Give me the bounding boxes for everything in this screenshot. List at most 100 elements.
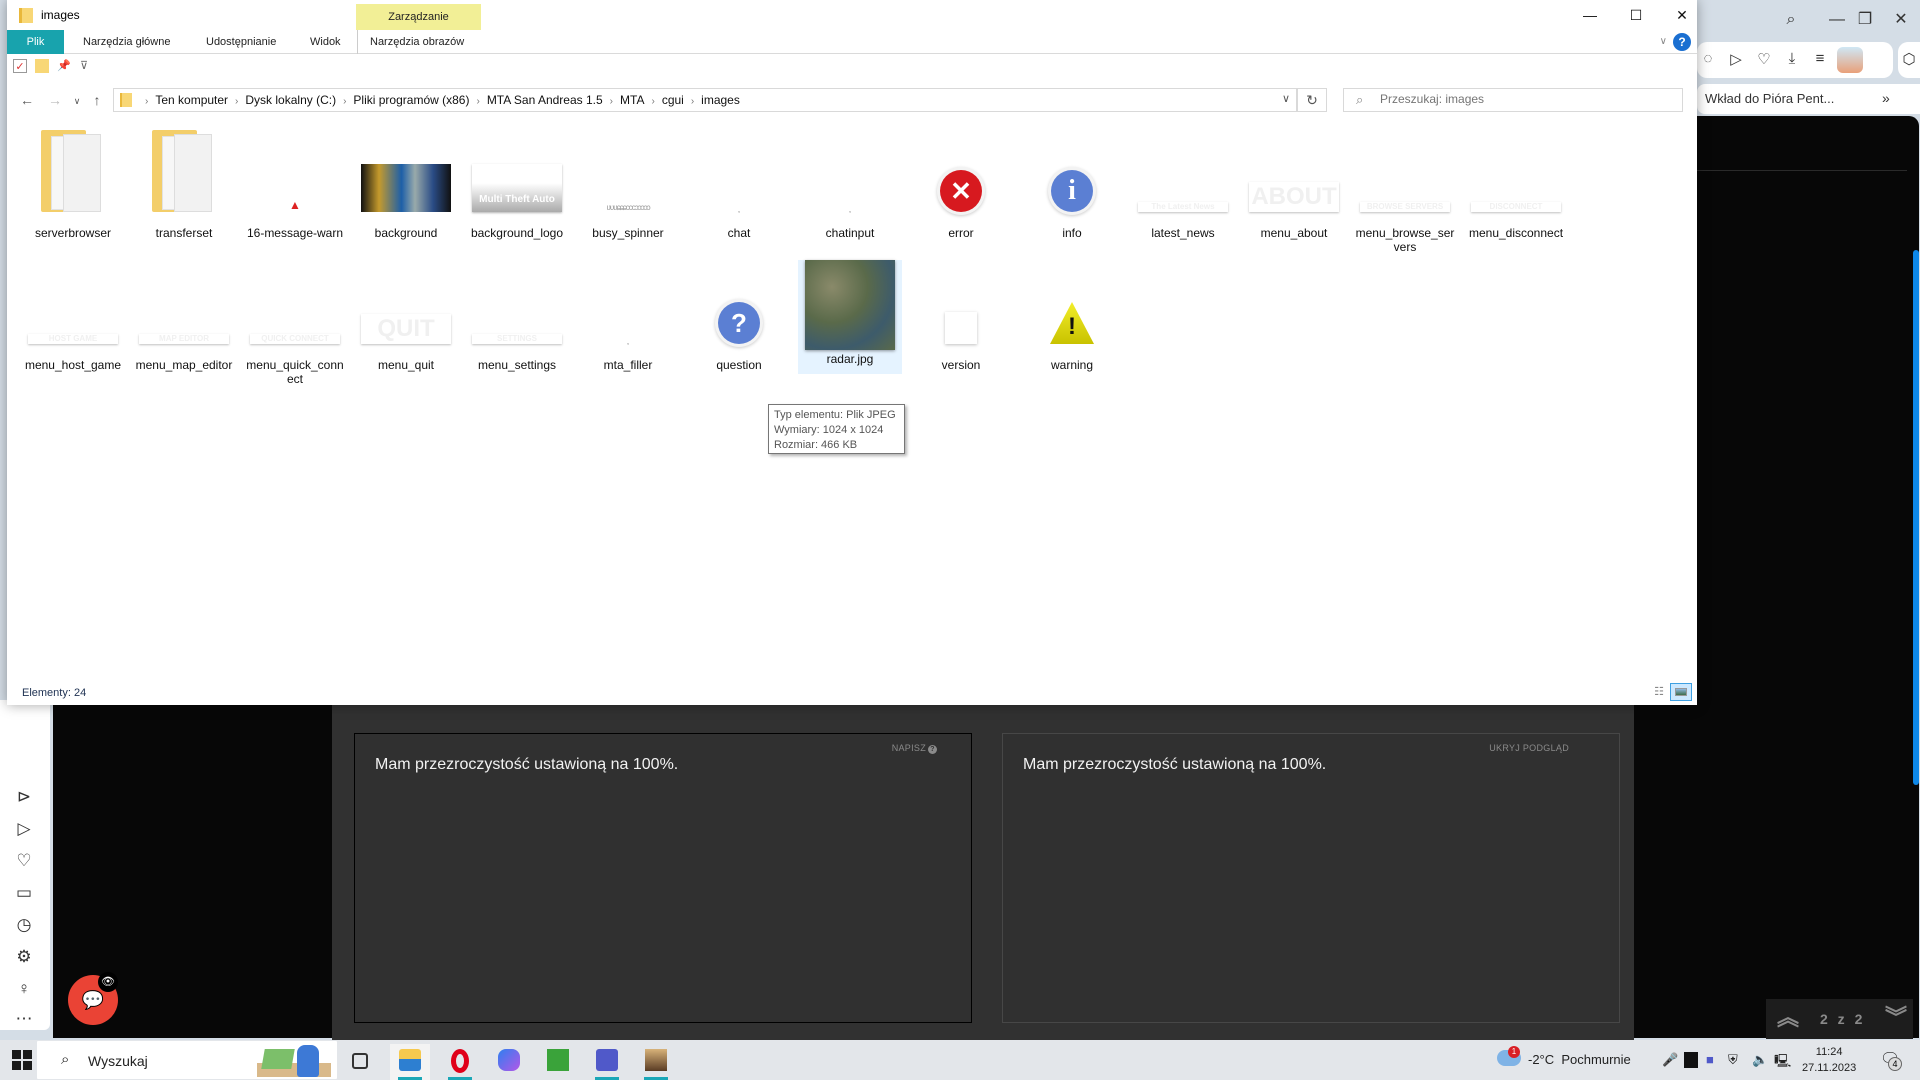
security-icon[interactable]: ⛨ [1728, 1052, 1738, 1068]
breadcrumb-item[interactable]: MTA [620, 93, 644, 107]
file-item[interactable]: ! warning [1020, 260, 1124, 388]
file-item[interactable]: MAP EDITOR menu_map_editor [132, 260, 236, 388]
address-dropdown-icon[interactable]: ∨ [1282, 92, 1290, 105]
file-item[interactable]: version [909, 260, 1013, 388]
cast-icon[interactable]: ▭ [13, 882, 35, 904]
heart-icon[interactable]: ♡ [13, 850, 35, 872]
new-folder-icon[interactable] [35, 59, 49, 73]
box-icon[interactable]: ⬡ [1898, 50, 1920, 68]
file-item[interactable]: Multi Theft Auto background_logo [465, 128, 569, 256]
bookmarks-more-button[interactable]: » [1882, 90, 1890, 106]
player-icon[interactable]: ⊳ [13, 786, 35, 808]
file-item[interactable]: ʋʋʋɕɕɕϲϲϲɔɔɔɔɔ busy_spinner [576, 128, 680, 256]
extension-avatar[interactable] [1837, 47, 1863, 73]
breadcrumb-separator-icon[interactable]: › [476, 96, 479, 107]
eye-icon[interactable]: 👁 [98, 972, 118, 992]
breadcrumb-separator-icon[interactable]: › [145, 96, 148, 107]
up-icon[interactable]: ↑ [87, 92, 107, 108]
title-bar[interactable]: images Zarządzanie — ☐ ✕ [7, 0, 1697, 30]
teams-tray-icon[interactable]: ■ [1706, 1052, 1714, 1067]
breadcrumb-separator-icon[interactable]: › [651, 96, 654, 107]
shield-icon[interactable]: ◌ [1697, 50, 1719, 67]
file-item[interactable]: , mta_filler [576, 260, 680, 388]
taskbar-search[interactable]: ⌕ Wyszukaj [37, 1041, 337, 1079]
file-item[interactable]: BROWSE SERVERS menu_browse_servers [1353, 128, 1457, 256]
download-icon[interactable]: ⤓ [1781, 50, 1803, 67]
task-view-button[interactable] [340, 1044, 380, 1080]
minecraft-taskbar[interactable] [538, 1044, 578, 1080]
pin-icon[interactable]: 📌 [57, 59, 71, 73]
customize-qat-icon[interactable]: ⊽ [77, 59, 91, 73]
refresh-button[interactable]: ↻ [1297, 88, 1327, 112]
send-icon[interactable]: ▷ [1725, 50, 1747, 68]
file-item[interactable]: ? question [687, 260, 791, 388]
properties-icon[interactable]: ✓ [13, 59, 27, 73]
breadcrumb-separator-icon[interactable]: › [610, 96, 613, 107]
file-item[interactable]: ABOUT menu_about [1242, 128, 1346, 256]
hide-preview-button[interactable]: UKRYJ PODGLĄD [1489, 743, 1569, 753]
settings-sliders-icon[interactable]: ≡ [1809, 50, 1831, 67]
file-item[interactable]: DISCONNECT menu_disconnect [1464, 128, 1568, 256]
file-item[interactable]: QUICK CONNECT menu_quick_connect [243, 260, 347, 388]
tab-narzedzia-glowne[interactable]: Narzędzia główne [71, 30, 182, 54]
large-icons-view-button[interactable] [1670, 683, 1692, 701]
breadcrumb-item[interactable]: MTA San Andreas 1.5 [487, 93, 603, 107]
file-item[interactable]: ✕ error [909, 128, 1013, 256]
address-bar[interactable]: › Ten komputer › Dysk lokalny (C:) › Pliki pr… [113, 88, 1297, 112]
network-icon[interactable]: 🖳 [1774, 1052, 1791, 1074]
write-label[interactable]: NAPISZ? [892, 743, 937, 754]
breadcrumb-separator-icon[interactable]: › [343, 96, 346, 107]
browser-close-button[interactable]: ✕ [1886, 8, 1916, 32]
tab-plik[interactable]: Plik [7, 30, 64, 54]
breadcrumb-item[interactable]: Dysk lokalny (C:) [245, 93, 336, 107]
tab-widok[interactable]: Widok [298, 30, 353, 54]
history-icon[interactable]: ◷ [13, 914, 35, 936]
more-icon[interactable]: ⋯ [13, 1008, 35, 1030]
file-item[interactable]: i info [1020, 128, 1124, 256]
search-box[interactable]: ⌕ [1343, 88, 1683, 112]
forward-icon[interactable]: → [45, 92, 65, 108]
weather-text[interactable]: -2°C Pochmurnie [1528, 1052, 1631, 1067]
file-item[interactable]: transferset [132, 128, 236, 256]
file-item[interactable]: The Latest News latest_news [1131, 128, 1235, 256]
file-explorer-taskbar[interactable] [390, 1044, 430, 1080]
file-item[interactable]: SETTINGS menu_settings [465, 260, 569, 388]
recent-locations-icon[interactable]: ∨ [67, 96, 87, 107]
file-item[interactable]: background [354, 128, 458, 256]
close-button[interactable]: ✕ [1659, 0, 1705, 30]
file-item[interactable]: , chatinput [798, 128, 902, 256]
details-view-button[interactable]: ☷ [1651, 685, 1667, 699]
lightbulb-icon[interactable]: ♀ [13, 978, 35, 1000]
file-item[interactable]: , chat [687, 128, 791, 256]
start-button[interactable] [12, 1050, 32, 1070]
file-item[interactable]: radar.jpg [798, 260, 902, 374]
breadcrumb-separator-icon[interactable]: › [235, 96, 238, 107]
expand-ribbon-icon[interactable]: ∨ [1660, 36, 1667, 47]
tray-app-icon[interactable] [1684, 1052, 1698, 1068]
write-text[interactable]: Mam przezroczystość ustawioną na 100%. [375, 756, 678, 774]
heart-icon[interactable]: ♡ [1753, 50, 1775, 68]
help-icon[interactable]: ? [1673, 33, 1691, 51]
opera-taskbar[interactable] [440, 1044, 480, 1080]
send-icon[interactable]: ▷ [13, 818, 35, 840]
file-item[interactable]: HOST GAME menu_host_game [21, 260, 125, 388]
clock[interactable]: 11:24 27.11.2023 [1802, 1044, 1856, 1076]
page-down-icon[interactable]: ︾ [1882, 1005, 1910, 1033]
settings-icon[interactable]: ⚙ [13, 946, 35, 968]
maximize-button[interactable]: ☐ [1613, 0, 1659, 30]
breadcrumb-item[interactable]: images [701, 93, 740, 107]
breadcrumb-separator-icon[interactable]: › [691, 96, 694, 107]
breadcrumb-item[interactable]: Ten komputer [155, 93, 228, 107]
microphone-icon[interactable]: 🎤 [1662, 1052, 1678, 1068]
page-up-icon[interactable]: ︽ [1774, 1005, 1802, 1033]
minimize-button[interactable]: — [1567, 0, 1613, 30]
help-icon[interactable]: ? [928, 745, 937, 754]
volume-icon[interactable]: 🔈 [1752, 1052, 1768, 1068]
breadcrumb-item[interactable]: cgui [662, 93, 684, 107]
browser-scrollbar[interactable] [1913, 250, 1919, 785]
bookmark-item[interactable]: Wkład do Pióra Pent... [1705, 91, 1834, 106]
tab-narzedzia-obrazow[interactable]: Narzędzia obrazów [357, 30, 476, 54]
breadcrumb-item[interactable]: Pliki programów (x86) [353, 93, 469, 107]
browser-restore-button[interactable]: ❐ [1850, 8, 1880, 32]
file-item[interactable]: serverbrowser [21, 128, 125, 256]
